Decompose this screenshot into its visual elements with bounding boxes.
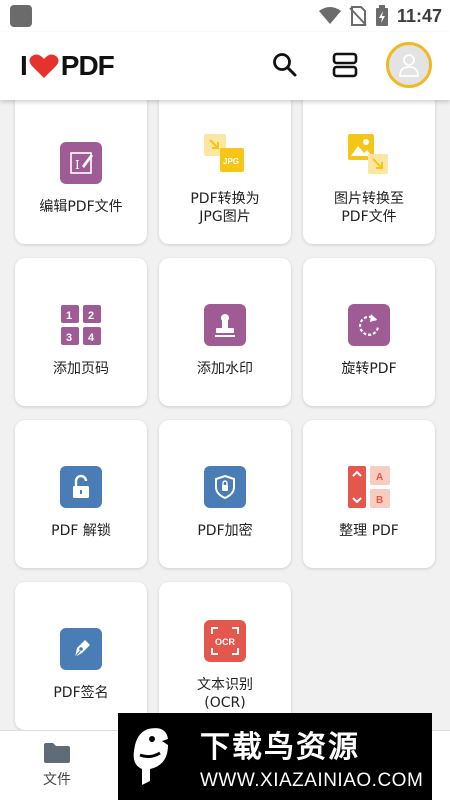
logo-text-pdf: PDF — [60, 50, 115, 81]
tool-label: 旋转PDF — [341, 361, 397, 377]
layout-switch-icon[interactable] — [330, 50, 360, 80]
tool-organize[interactable]: A B 整理 PDF — [303, 420, 435, 568]
tool-unlock[interactable]: PDF 解锁 — [15, 420, 147, 568]
tool-label: PDF签名 — [53, 685, 109, 701]
page-numbers-icon: 1 2 3 4 — [60, 304, 102, 346]
clock: 11:47 — [396, 5, 442, 26]
tool-sign[interactable]: PDF签名 — [15, 582, 147, 730]
watermark-url: WWW.XIAZAINIAO.COM — [200, 769, 424, 791]
heart-icon — [29, 54, 59, 78]
tool-pdf-to-jpg[interactable]: JPG PDF转换为 JPG图片 — [159, 90, 291, 244]
tool-label: 文本识别 (OCR) — [197, 677, 253, 711]
no-sim-icon — [349, 6, 367, 26]
watermark-banner: 下载鸟资源 WWW.XIAZAINIAO.COM — [118, 713, 432, 800]
user-avatar[interactable] — [386, 42, 432, 88]
tool-label: 添加页码 — [53, 361, 109, 377]
bird-logo-icon — [133, 727, 168, 785]
svg-text:2: 2 — [88, 310, 94, 322]
svg-text:I: I — [75, 158, 80, 172]
jpg-to-pdf-icon — [348, 134, 390, 176]
user-icon — [399, 54, 419, 77]
logo-text-i: I — [20, 50, 28, 81]
watermark-title: 下载鸟资源 — [200, 729, 360, 765]
tool-rotate[interactable]: 旋转PDF — [303, 258, 435, 406]
watermark-stamp-icon — [204, 304, 246, 346]
ilovepdf-logo: I PDF — [20, 50, 115, 82]
svg-text:JPG: JPG — [223, 157, 239, 166]
protect-shield-icon — [204, 466, 246, 508]
wifi-icon — [318, 7, 341, 24]
tool-edit-pdf[interactable]: I 编辑PDF文件 — [15, 90, 147, 244]
app-header: I PDF — [0, 32, 450, 100]
tool-page-numbers[interactable]: 1 2 3 4 添加页码 — [15, 258, 147, 406]
status-bar: 11:47 — [0, 0, 450, 32]
svg-text:OCR: OCR — [215, 637, 236, 647]
ocr-icon: OCR — [204, 620, 246, 662]
rotate-icon — [348, 304, 390, 346]
tool-protect[interactable]: PDF加密 — [159, 420, 291, 568]
pdf-to-jpg-icon: JPG — [204, 134, 246, 176]
tool-label: 添加水印 — [197, 361, 253, 377]
nav-files-label: 文件 — [43, 772, 71, 788]
notification-icon — [10, 5, 32, 27]
edit-pdf-icon: I — [60, 142, 102, 184]
status-icons: 11:47 — [318, 4, 442, 28]
unlock-icon — [60, 466, 102, 508]
folder-icon — [44, 743, 70, 763]
svg-text:B: B — [376, 495, 383, 506]
svg-text:4: 4 — [88, 332, 95, 344]
tool-jpg-to-pdf[interactable]: 图片转换至 PDF文件 — [303, 90, 435, 244]
search-icon[interactable] — [270, 50, 300, 80]
tool-label: 图片转换至 PDF文件 — [334, 191, 404, 225]
tool-label: PDF加密 — [197, 523, 253, 539]
tool-watermark[interactable]: 添加水印 — [159, 258, 291, 406]
tool-ocr[interactable]: OCR 文本识别 (OCR) — [159, 582, 291, 730]
organize-icon: A B — [348, 466, 390, 508]
tool-label: PDF 解锁 — [51, 523, 111, 539]
tool-label: 整理 PDF — [339, 523, 399, 539]
tool-label: PDF转换为 JPG图片 — [190, 191, 260, 225]
nav-files[interactable]: 文件 — [22, 741, 92, 789]
battery-charging-icon — [375, 5, 388, 26]
svg-text:3: 3 — [66, 332, 72, 344]
tool-label: 编辑PDF文件 — [39, 199, 123, 215]
svg-text:1: 1 — [66, 310, 72, 322]
svg-text:A: A — [376, 472, 383, 483]
sign-pen-icon — [60, 628, 102, 670]
